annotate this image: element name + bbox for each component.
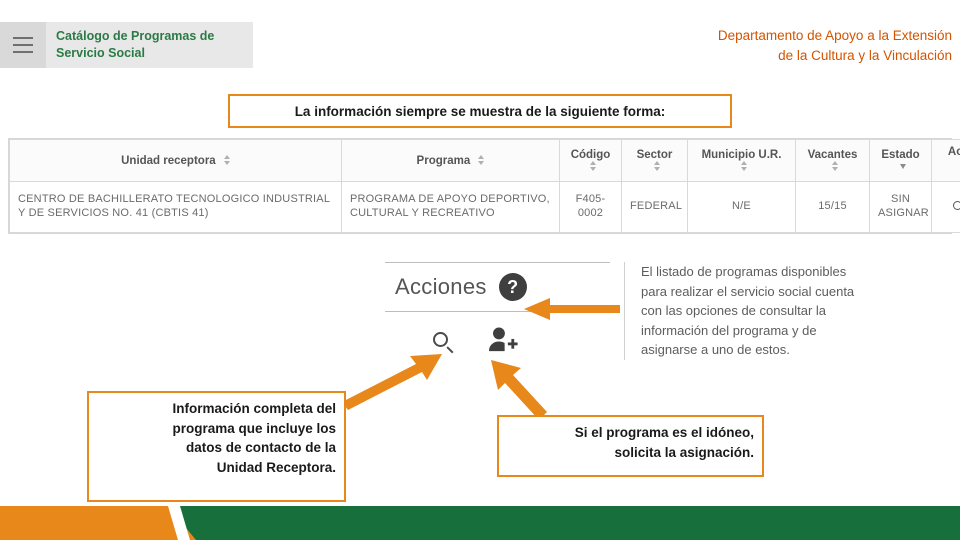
page-title-line2: Servicio Social	[56, 46, 145, 60]
cell-vacantes: 15/15	[795, 181, 870, 233]
table-header-row: Unidad receptora Programa Código Sector …	[9, 139, 960, 182]
cell-sector: FEDERAL	[621, 181, 688, 233]
status-badge: SIN ASIGNAR	[869, 181, 932, 233]
column-header-unidad-receptora[interactable]: Unidad receptora	[9, 139, 342, 182]
column-header-municipio[interactable]: Municipio U.R.	[687, 139, 796, 182]
column-header-label: Acciones	[947, 146, 960, 158]
callout-right-line1: Si el programa es el idóneo,	[574, 425, 754, 440]
description-line3: con las opciones de consultar la	[641, 303, 827, 318]
person-add-icon[interactable]	[488, 326, 518, 358]
description-line1: El listado de programas disponibles	[641, 264, 847, 279]
column-header-label: Código	[570, 148, 611, 161]
column-header-codigo[interactable]: Código	[559, 139, 622, 182]
hamburger-icon	[13, 37, 33, 53]
sort-icon[interactable]	[741, 161, 747, 172]
column-header-label: Sector	[636, 148, 673, 161]
search-icon[interactable]	[952, 200, 960, 214]
catalog-table: Unidad receptora Programa Código Sector …	[9, 139, 960, 233]
column-header-label: Municipio U.R.	[701, 148, 782, 161]
sort-icon[interactable]	[832, 161, 838, 172]
sort-icon[interactable]	[223, 155, 230, 166]
column-header-vacantes[interactable]: Vacantes	[795, 139, 870, 182]
column-header-acciones: Acciones ?	[931, 139, 960, 182]
description-line2: para realizar el servicio social cuenta	[641, 283, 855, 299]
table-row[interactable]: CENTRO DE BACHILLERATO TECNOLOGICO INDUS…	[9, 181, 960, 233]
column-header-label: Unidad receptora	[121, 154, 216, 167]
department-line2: de la Cultura y la Vinculación	[778, 48, 952, 64]
callout-left-line4: Unidad Receptora.	[216, 459, 336, 475]
cell-codigo: F405-0002	[559, 181, 622, 233]
column-header-label: Programa	[416, 154, 471, 167]
sort-icon[interactable]	[478, 155, 485, 166]
description-line5: asignarse a uno de estos.	[641, 342, 790, 357]
callout-left-line1: Información completa del	[172, 401, 336, 416]
callout-right-line2: solicita la asignación.	[614, 444, 754, 460]
sort-icon[interactable]	[590, 161, 596, 172]
footer-orange-bar	[0, 506, 196, 540]
cell-unidad-receptora: CENTRO DE BACHILLERATO TECNOLOGICO INDUS…	[9, 181, 342, 233]
column-header-label: Vacantes	[807, 148, 858, 161]
callout-right: Si el programa es el idóneo, solicita la…	[497, 415, 764, 477]
description-text: El listado de programas disponibles para…	[624, 262, 931, 360]
page-title-line1: Catálogo de Programas de	[56, 29, 215, 44]
app-header-banner: Catálogo de Programas de Servicio Social	[0, 22, 253, 68]
department-label: Departamento de Apoyo a la Extensión de …	[522, 26, 952, 67]
catalog-table-container: Unidad receptora Programa Código Sector …	[8, 138, 960, 234]
arrow-to-search-icon	[340, 352, 450, 415]
menu-button[interactable]	[0, 22, 46, 68]
callout-left-line2: programa que incluye los	[172, 420, 336, 436]
callout-left: Información completa del programa que in…	[87, 391, 346, 502]
acciones-label: Acciones	[395, 274, 487, 299]
sort-icon[interactable]	[654, 161, 660, 172]
callout-left-line3: datos de contacto de la	[185, 440, 336, 456]
help-icon[interactable]: ?	[498, 273, 527, 301]
column-header-sector[interactable]: Sector	[621, 139, 688, 182]
cell-municipio: N/E	[687, 181, 796, 233]
cell-acciones	[931, 181, 960, 233]
cell-programa: PROGRAMA DE APOYO DEPORTIVO, CULTURAL Y …	[341, 181, 560, 233]
search-icon[interactable]	[433, 331, 454, 354]
sort-icon[interactable]	[900, 163, 906, 169]
description-line4: información del programa y de	[641, 322, 817, 338]
department-line1: Departamento de Apoyo a la Extensión	[717, 28, 952, 43]
column-header-estado[interactable]: Estado	[869, 139, 932, 182]
column-header-label: Estado	[881, 148, 920, 161]
arrow-to-acciones	[524, 296, 620, 327]
column-header-programa[interactable]: Programa	[341, 139, 560, 182]
callout-top: La información siempre se muestra de la …	[228, 94, 732, 128]
page-title: Catálogo de Programas de Servicio Social	[46, 28, 214, 62]
